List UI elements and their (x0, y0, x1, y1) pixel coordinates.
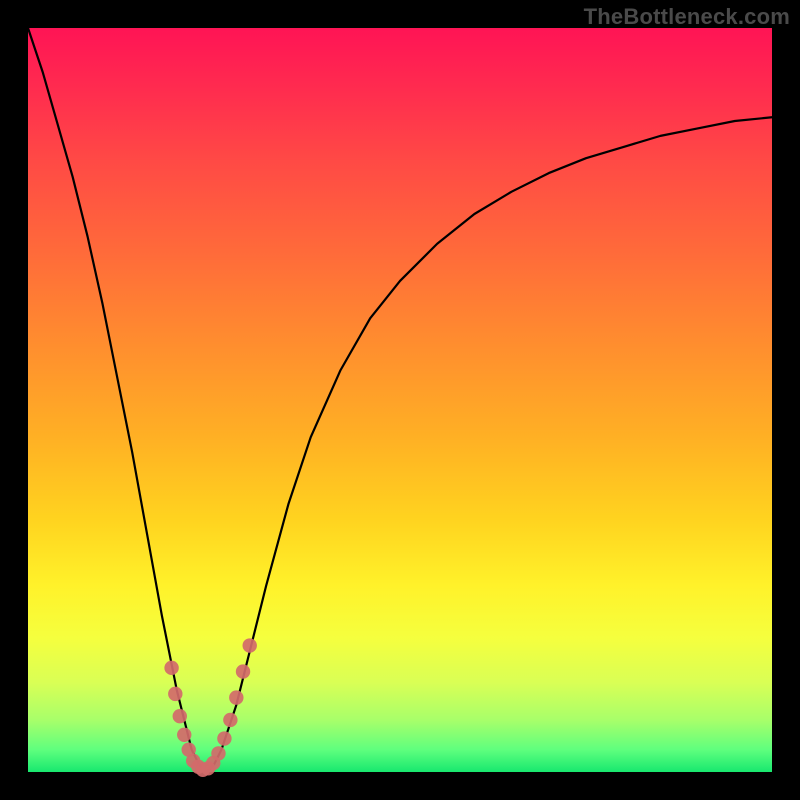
curve-marker (168, 687, 182, 701)
curve-marker (223, 713, 237, 727)
curve-marker (164, 661, 178, 675)
curve-marker (211, 746, 225, 760)
curve-marker (229, 690, 243, 704)
chart-frame: TheBottleneck.com (0, 0, 800, 800)
curve-marker (236, 664, 250, 678)
watermark-text: TheBottleneck.com (584, 4, 790, 30)
curve-marker (217, 731, 231, 745)
curve-markers (164, 638, 257, 777)
curve-marker (177, 728, 191, 742)
chart-svg (28, 28, 772, 772)
plot-area (28, 28, 772, 772)
curve-marker (173, 709, 187, 723)
curve-marker (243, 638, 257, 652)
bottleneck-curve (28, 28, 772, 772)
